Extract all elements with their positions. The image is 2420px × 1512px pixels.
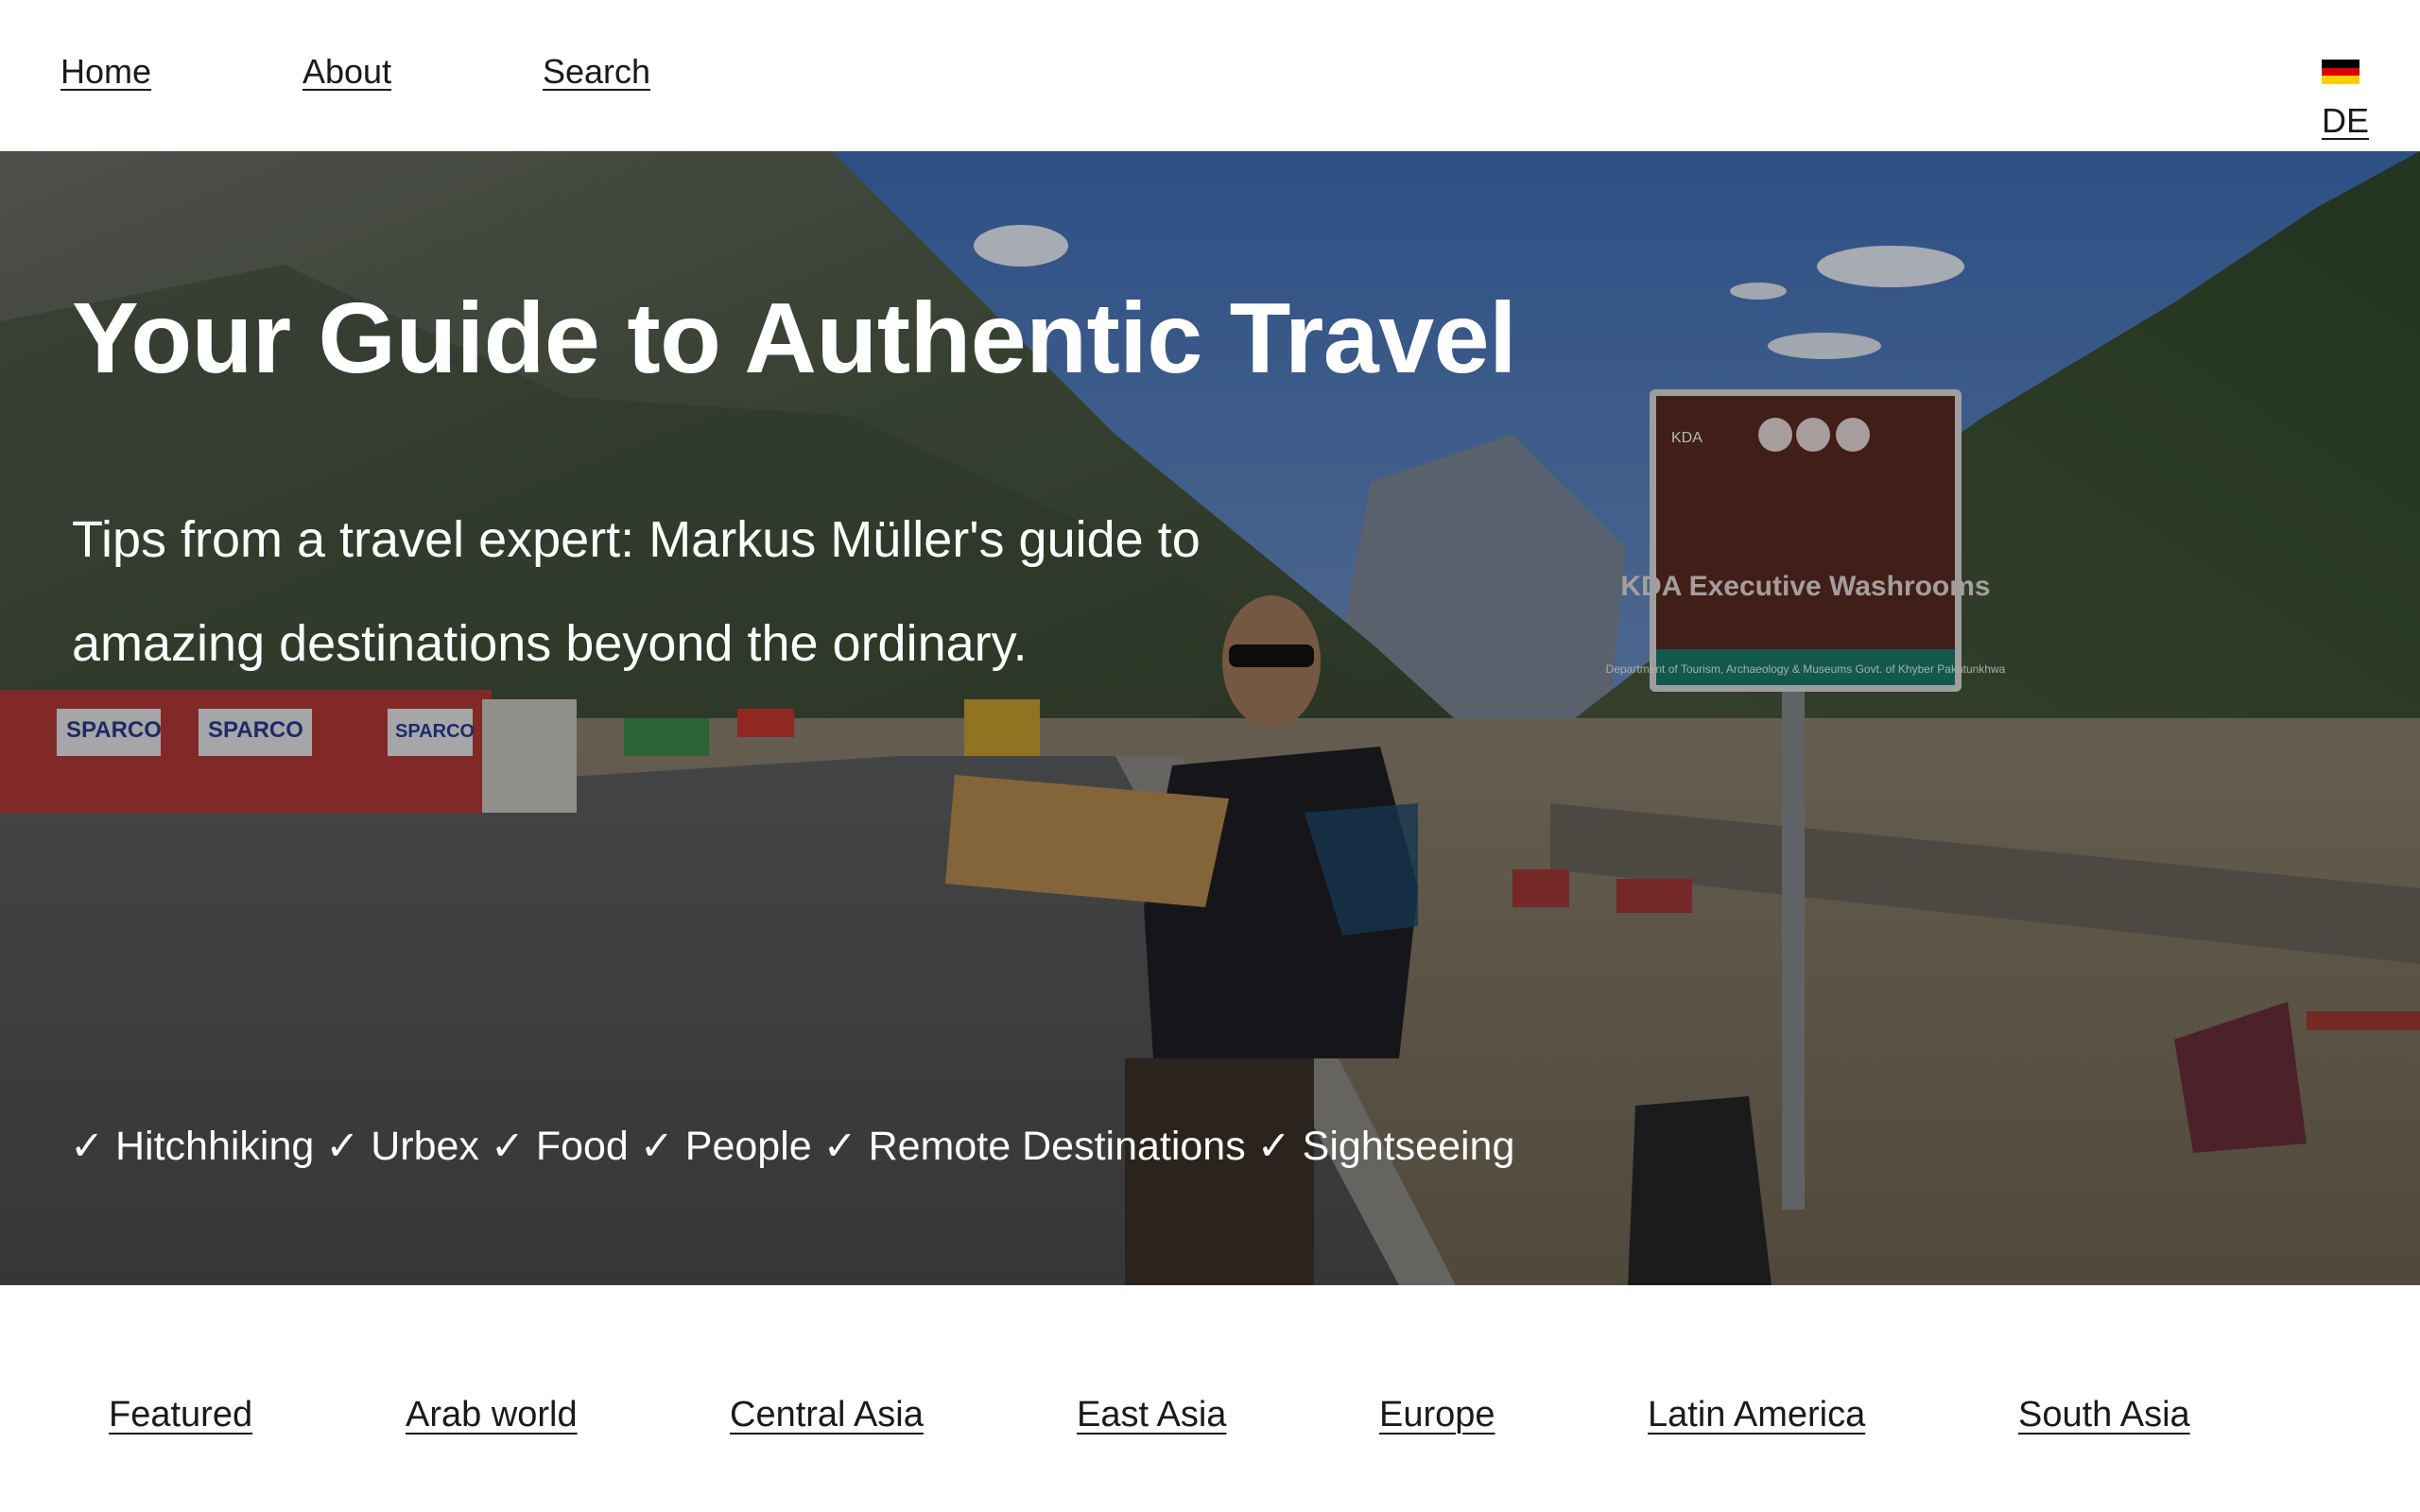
nav-link-search[interactable]: Search [543,49,650,94]
hero-section: SPARCO SPARCO SPARCO KDA KDA Executive W… [0,151,2420,1285]
category-link-south-asia[interactable]: South Asia [2018,1391,2190,1438]
category-link-central-asia[interactable]: Central Asia [730,1391,924,1438]
category-link-east-asia[interactable]: East Asia [1077,1391,1226,1438]
category-link-europe[interactable]: Europe [1379,1391,1495,1438]
category-link-featured[interactable]: Featured [109,1391,252,1438]
hero-tags: ✓ Hitchhiking ✓ Urbex ✓ Food ✓ People ✓ … [70,1124,1515,1169]
flag-stripe-red [2322,67,2360,77]
nav-link-about[interactable]: About [302,49,391,94]
category-navigation: Featured Arab world Central Asia East As… [0,1285,2420,1512]
flag-stripe-black [2322,60,2360,68]
hero-subtitle: Tips from a travel expert: Markus Müller… [72,511,1201,672]
nav-link-home[interactable]: Home [60,49,151,94]
flag-stripe-gold [2322,76,2360,85]
category-link-latin-america[interactable]: Latin America [1648,1391,1865,1438]
language-switcher[interactable]: DE [2322,49,2369,140]
language-link-de[interactable]: DE [2322,98,2369,144]
category-link-arab-world[interactable]: Arab world [406,1391,578,1438]
hero-title: Your Guide to Authentic Travel [72,283,1517,394]
top-navigation: Home About Search DE [0,0,2420,151]
german-flag-icon [2322,60,2360,85]
